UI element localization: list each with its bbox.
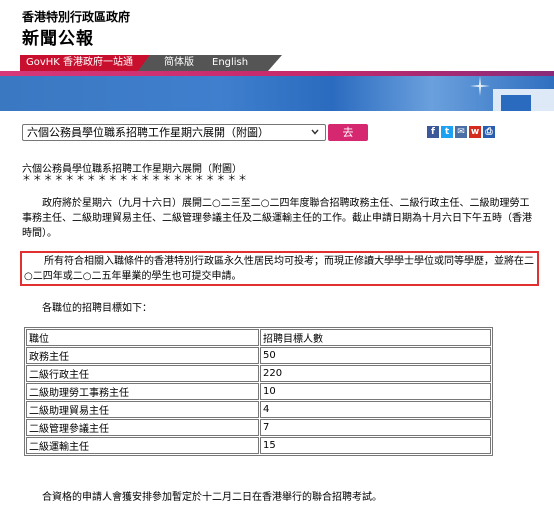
facebook-icon[interactable]: f	[427, 126, 439, 138]
target-cell: 220	[260, 365, 491, 382]
english-link[interactable]: English	[212, 55, 248, 71]
target-cell: 10	[260, 383, 491, 400]
column-header-target: 招聘目標人數	[260, 329, 491, 346]
go-button[interactable]: 去	[328, 124, 368, 141]
table-row: 二級助理貿易主任 4	[26, 401, 491, 418]
article-select[interactable]: 六個公務員學位職系招聘工作星期六展開（附圖）	[22, 124, 326, 141]
govhk-link[interactable]: GovHK 香港政府一站通	[20, 55, 138, 71]
post-cell: 二級運輸主任	[26, 437, 259, 454]
nav-tail	[268, 55, 282, 71]
heading-stars: ＊＊＊＊＊＊＊＊＊＊＊＊＊＊＊＊＊＊＊＊＊	[22, 174, 249, 184]
intro-paragraph: 政府將於星期六（九月十六日）展開二○二三至二○二四年度聯合招聘政務主任、二級行政…	[22, 198, 532, 239]
table-row: 二級助理勞工事務主任 10	[26, 383, 491, 400]
govhk-link-tail	[138, 55, 150, 71]
target-cell: 50	[260, 347, 491, 364]
article-toolbar: 六個公務員學位職系招聘工作星期六展開（附圖） 去 f t ✉ w ⎙	[0, 124, 554, 142]
chevron-down-icon	[311, 129, 319, 135]
email-icon[interactable]: ✉	[455, 126, 467, 138]
target-cell: 7	[260, 419, 491, 436]
eligibility-paragraph: 所有符合相關入職條件的香港特別行政區永久性居民均可投考；而現正修讀大學學士學位或…	[24, 256, 534, 282]
table-row: 政務主任 50	[26, 347, 491, 364]
post-cell: 二級助理勞工事務主任	[26, 383, 259, 400]
simplified-chinese-link[interactable]: 简体版	[164, 55, 194, 71]
header-banner	[0, 71, 554, 111]
post-cell: 二級助理貿易主任	[26, 401, 259, 418]
twitter-icon[interactable]: t	[441, 126, 453, 138]
table-row: 二級行政主任 220	[26, 365, 491, 382]
post-cell: 二級管理參議主任	[26, 419, 259, 436]
targets-intro: 各職位的招聘目標如下：	[42, 303, 152, 314]
government-name: 香港特別行政區政府	[22, 10, 131, 24]
column-header-post: 職位	[26, 329, 259, 346]
target-cell: 4	[260, 401, 491, 418]
table-header-row: 職位 招聘目標人數	[26, 329, 491, 346]
press-releases-title[interactable]: 新聞公報	[22, 24, 94, 49]
target-cell: 15	[260, 437, 491, 454]
print-icon[interactable]: ⎙	[483, 126, 495, 138]
site-header: 香港特別行政區政府 新聞公報	[0, 0, 554, 55]
table-row: 二級運輸主任 15	[26, 437, 491, 454]
sparkle-icon	[470, 76, 490, 96]
exam-paragraph: 合資格的申請人會獲安排參加暫定於十二月二日在香港舉行的聯合招聘考試。	[42, 492, 382, 503]
recruitment-table: 職位 招聘目標人數 政務主任 50 二級行政主任 220 二級助理勞工事務主任 …	[24, 327, 493, 456]
post-cell: 二級行政主任	[26, 365, 259, 382]
post-cell: 政務主任	[26, 347, 259, 364]
table-row: 二級管理參議主任 7	[26, 419, 491, 436]
weibo-icon[interactable]: w	[469, 126, 481, 138]
language-nav: GovHK 香港政府一站通 简体版 English	[0, 55, 554, 71]
banner-building-graphic	[493, 89, 554, 111]
